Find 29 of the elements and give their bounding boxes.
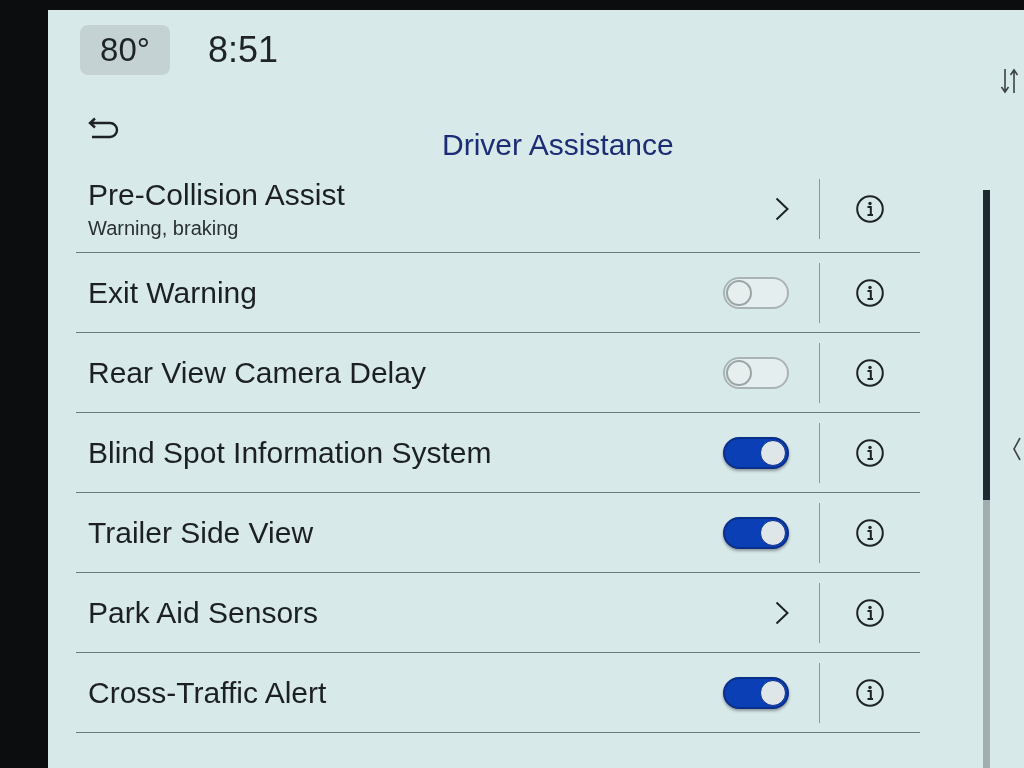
toggle-switch[interactable] (723, 276, 789, 309)
chevron-right-icon[interactable] (775, 196, 789, 221)
temperature-badge: 80° (80, 25, 170, 75)
setting-label[interactable]: Cross-Traffic Alert (88, 674, 689, 711)
setting-subtitle: Warning, braking (88, 215, 240, 241)
toggle-switch[interactable] (723, 676, 789, 709)
scrollbar-track[interactable] (983, 190, 990, 768)
setting-label[interactable]: Blind Spot Information System (88, 434, 689, 471)
info-icon[interactable] (856, 278, 884, 307)
clock-time: 8:51 (208, 28, 279, 72)
back-arrow-icon[interactable] (88, 117, 120, 139)
info-icon[interactable] (856, 518, 884, 547)
toggle-switch[interactable] (723, 436, 789, 469)
info-icon[interactable] (856, 194, 884, 223)
setting-label[interactable]: Park Aid Sensors (88, 594, 689, 631)
scrollbar-thumb[interactable] (983, 190, 990, 500)
page-title: Driver Assistance (442, 127, 674, 163)
info-icon[interactable] (856, 678, 884, 707)
chevron-left-icon[interactable] (1012, 437, 1022, 461)
toggle-switch[interactable] (723, 516, 789, 549)
setting-label[interactable]: Rear View Camera Delay (88, 354, 689, 391)
setting-label[interactable]: Exit Warning (88, 274, 689, 311)
setting-label[interactable]: Pre-Collision Assist (88, 176, 689, 213)
toggle-switch[interactable] (723, 356, 789, 389)
info-icon[interactable] (856, 358, 884, 387)
chevron-right-icon[interactable] (775, 600, 789, 625)
info-icon[interactable] (856, 598, 884, 627)
info-icon[interactable] (856, 438, 884, 467)
setting-label[interactable]: Trailer Side View (88, 514, 689, 551)
